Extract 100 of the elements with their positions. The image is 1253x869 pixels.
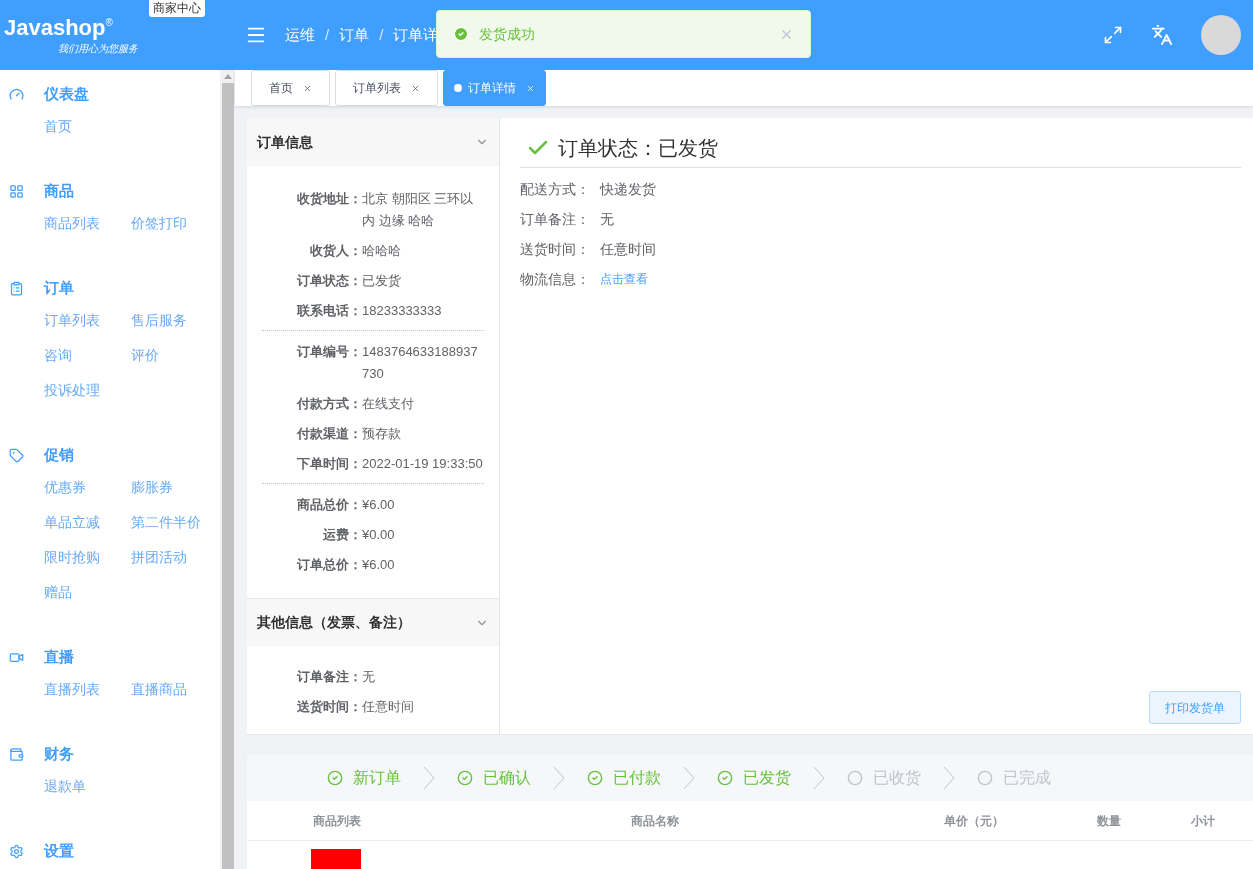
page-tab[interactable]: 首页 xyxy=(251,70,330,106)
field-value: 任意时间 xyxy=(600,239,656,259)
menu-item[interactable]: 优惠券 xyxy=(44,470,131,505)
menu-item[interactable]: 直播列表 xyxy=(44,672,131,707)
field-value: 在线支付 xyxy=(362,395,415,413)
breadcrumb-item[interactable]: 运维 xyxy=(285,23,315,47)
menu-group-title[interactable]: 促销 xyxy=(44,443,74,467)
field-label: 付款方式： xyxy=(295,395,362,413)
menu-item[interactable]: 价签打印 xyxy=(131,206,220,241)
menu-item[interactable]: 直播商品 xyxy=(131,672,220,707)
order-status-title: 订单状态：已发货 xyxy=(558,135,718,161)
field-value: 已发货 xyxy=(362,272,402,290)
check-circle-icon xyxy=(587,770,603,786)
menu-item[interactable]: 膨胀券 xyxy=(131,470,220,505)
column-header: 单价（元） xyxy=(943,812,1006,830)
field-value: 2022-01-19 19:33:50 xyxy=(362,455,484,473)
step-label: 已发货 xyxy=(743,768,791,788)
breadcrumb-item[interactable]: 订单详 xyxy=(393,23,439,47)
field-value: 哈哈哈 xyxy=(362,242,402,260)
check-circle-icon xyxy=(717,770,733,786)
field-label: 送货时间： xyxy=(296,698,362,716)
registered-mark: ® xyxy=(105,15,113,28)
field-label: 订单备注： xyxy=(520,209,591,229)
field-label: 商品总价： xyxy=(296,496,362,514)
breadcrumb-item[interactable]: 订单 xyxy=(339,23,370,47)
field-label: 收货地址： xyxy=(296,190,362,208)
menu-group-title[interactable]: 设置 xyxy=(44,839,74,863)
product-image-placeholder xyxy=(311,849,361,869)
field-label: 下单时间： xyxy=(296,455,362,473)
tag-icon xyxy=(9,447,24,463)
gear-icon xyxy=(9,843,24,859)
logo-text: Javashop xyxy=(4,14,106,41)
success-icon xyxy=(453,26,469,42)
menu-item[interactable]: 限时抢购 xyxy=(44,540,131,575)
field-value: 快递发货 xyxy=(600,179,656,199)
column-header: 商品名称 xyxy=(630,812,681,830)
menu-group-title[interactable]: 直播 xyxy=(44,645,74,669)
check-circle-icon xyxy=(457,770,473,786)
print-button[interactable]: 打印发货单 xyxy=(1149,691,1241,724)
field-label: 联系电话： xyxy=(296,302,362,320)
field-label: 付款渠道： xyxy=(295,425,362,443)
menu-item[interactable]: 商品列表 xyxy=(44,206,131,241)
chevron-right-icon xyxy=(683,766,695,790)
field-label: 运费： xyxy=(322,526,362,544)
menu-item[interactable]: 拼团活动 xyxy=(131,540,220,575)
merchant-center-badge: 商家中心 xyxy=(149,0,205,17)
clipboard-icon xyxy=(9,280,24,296)
step-label: 已付款 xyxy=(613,768,661,788)
field-value: 任意时间 xyxy=(362,698,415,716)
menu-group-title[interactable]: 财务 xyxy=(44,742,74,766)
menu-item[interactable]: 第二件半价 xyxy=(131,505,220,540)
field-value: 北京 朝阳区 三环以内 边缘 哈哈 xyxy=(362,190,475,230)
chevron-right-icon xyxy=(423,766,435,790)
menu-item[interactable]: 订单列表 xyxy=(44,303,131,338)
field-label: 送货时间： xyxy=(520,239,591,259)
circle-icon xyxy=(847,770,863,786)
chevron-right-icon xyxy=(943,766,955,790)
close-icon[interactable] xyxy=(303,83,312,93)
field-value: 无 xyxy=(362,668,376,686)
field-label: 订单编号： xyxy=(296,343,362,361)
view-logistics-link[interactable]: 点击查看 xyxy=(600,270,648,288)
menu-item[interactable]: 评价 xyxy=(131,338,220,373)
close-icon[interactable] xyxy=(411,83,420,93)
page-tab[interactable]: 订单详情 xyxy=(443,70,546,106)
check-circle-icon xyxy=(327,770,343,786)
menu-item[interactable]: 咨询 xyxy=(44,338,131,373)
breadcrumb-separator: / xyxy=(379,24,384,45)
chevron-right-icon xyxy=(813,766,825,790)
column-header: 数量 xyxy=(1095,812,1122,830)
field-label: 订单备注： xyxy=(296,668,362,686)
menu-item[interactable]: 售后服务 xyxy=(131,303,220,338)
menu-item[interactable]: 投诉处理 xyxy=(44,373,131,408)
translate-icon[interactable] xyxy=(1151,24,1173,46)
close-icon[interactable] xyxy=(526,83,535,93)
fullscreen-icon[interactable] xyxy=(1103,25,1123,45)
collapse-header[interactable]: 其他信息（发票、备注） xyxy=(247,598,499,646)
menu-item[interactable]: 首页 xyxy=(44,109,131,144)
collapse-header[interactable]: 订单信息 xyxy=(247,118,499,166)
field-label: 收货人： xyxy=(309,242,362,260)
logo-slogan: 我们用心为您服务 xyxy=(58,41,138,56)
field-value: ¥6.00 xyxy=(362,496,396,514)
field-value: ¥6.00 xyxy=(362,556,396,574)
scroll-up-arrow-icon[interactable] xyxy=(223,74,232,79)
avatar[interactable] xyxy=(1201,15,1241,55)
column-header: 小计 xyxy=(1190,812,1217,830)
menu-group-title[interactable]: 订单 xyxy=(44,276,74,300)
menu-group-title[interactable]: 商品 xyxy=(44,179,74,203)
field-value: 1483764633188937730 xyxy=(362,343,479,383)
menu-item[interactable]: 单品立减 xyxy=(44,505,131,540)
page-tab[interactable]: 订单列表 xyxy=(335,70,438,106)
step-label: 新订单 xyxy=(353,768,401,788)
step-label: 已确认 xyxy=(483,768,531,788)
menu-group-title[interactable]: 仪表盘 xyxy=(44,82,89,106)
field-value: 预存款 xyxy=(362,425,402,443)
field-label: 订单状态： xyxy=(296,272,362,290)
gauge-icon xyxy=(9,86,24,102)
grid-icon xyxy=(9,183,24,199)
menu-item[interactable]: 赠品 xyxy=(44,575,131,610)
menu-item[interactable]: 退款单 xyxy=(44,769,131,804)
breadcrumb-separator: / xyxy=(325,24,330,45)
